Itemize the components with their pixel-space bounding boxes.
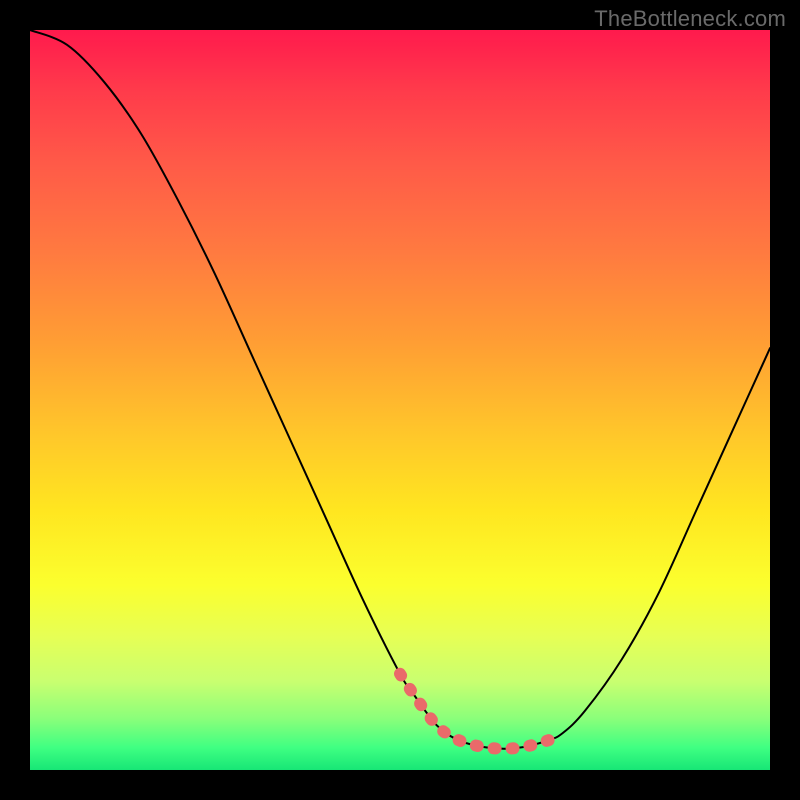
plot-area: [30, 30, 770, 770]
chart-svg: [30, 30, 770, 770]
chart-frame: TheBottleneck.com: [0, 0, 800, 800]
bottleneck-curve-path: [30, 30, 770, 749]
watermark-text: TheBottleneck.com: [594, 6, 786, 32]
